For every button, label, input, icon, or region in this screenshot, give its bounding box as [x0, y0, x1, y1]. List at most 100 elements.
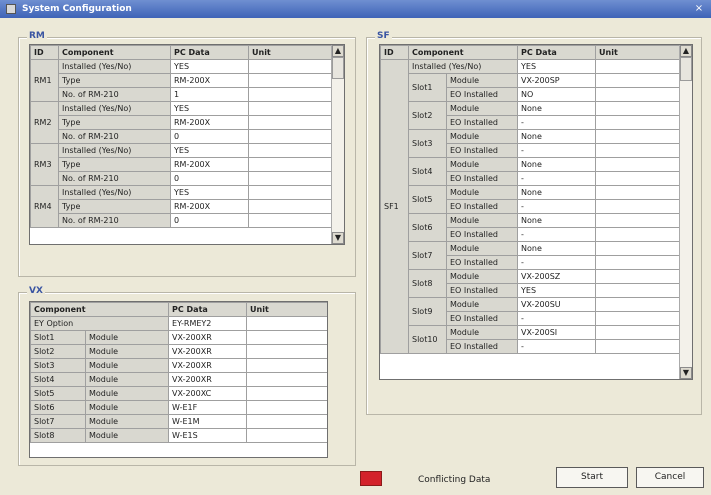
sf-pc-data-cell[interactable]: None	[517, 213, 597, 228]
rm-col-component[interactable]: Component	[58, 45, 171, 60]
vx-unit-cell[interactable]	[246, 400, 327, 415]
sf-unit-cell[interactable]	[595, 101, 681, 116]
vx-grid[interactable]: Component PC Data Unit EY Option EY-RMEY2…	[29, 301, 328, 458]
vx-pc-data-cell[interactable]: VX-200XR	[168, 344, 248, 359]
sf-pc-data-cell[interactable]: None	[517, 185, 597, 200]
rm-pc-data-cell[interactable]: RM-200X	[170, 199, 249, 214]
sf-pc-data-cell[interactable]: VX-200SU	[517, 297, 597, 312]
sf-pc-data-cell[interactable]: -	[517, 171, 597, 186]
sf-unit-cell[interactable]	[595, 297, 681, 312]
rm-pc-data-cell[interactable]: RM-200X	[170, 115, 249, 130]
vx-unit-cell[interactable]	[246, 386, 327, 401]
sf-scrollbar[interactable]: ▲ ▼	[679, 45, 692, 379]
vx-pc-data-cell[interactable]: VX-200XR	[168, 330, 248, 345]
rm-unit-cell[interactable]	[248, 143, 332, 158]
sf-pc-data-cell[interactable]: VX-200SP	[517, 73, 597, 88]
sf-unit-cell[interactable]	[595, 185, 681, 200]
sf-col-pc-data[interactable]: PC Data	[517, 45, 597, 60]
sf-pc-data-cell[interactable]: YES	[517, 59, 597, 74]
rm-grid[interactable]: ID Component PC Data Unit RM1 Installed (…	[29, 44, 345, 245]
vx-pc-data-cell[interactable]: EY-RMEY2	[168, 316, 248, 331]
scroll-up-icon[interactable]: ▲	[332, 45, 344, 57]
start-button[interactable]: Start	[556, 467, 628, 488]
rm-pc-data-cell[interactable]: RM-200X	[170, 73, 249, 88]
vx-col-pc-data[interactable]: PC Data	[168, 302, 248, 317]
vx-pc-data-cell[interactable]: W-E1S	[168, 428, 248, 443]
rm-scrollbar[interactable]: ▲ ▼	[331, 45, 344, 244]
vx-col-component[interactable]: Component	[30, 302, 170, 317]
sf-unit-cell[interactable]	[595, 241, 681, 256]
sf-unit-cell[interactable]	[595, 283, 681, 298]
scroll-thumb[interactable]	[332, 57, 344, 79]
rm-unit-cell[interactable]	[248, 101, 332, 116]
scroll-thumb[interactable]	[680, 57, 692, 81]
vx-pc-data-cell[interactable]: VX-200XR	[168, 372, 248, 387]
sf-unit-cell[interactable]	[595, 157, 681, 172]
vx-unit-cell[interactable]	[246, 372, 327, 387]
rm-pc-data-cell[interactable]: 0	[170, 171, 249, 186]
rm-pc-data-cell[interactable]: YES	[170, 143, 249, 158]
rm-pc-data-cell[interactable]: 0	[170, 129, 249, 144]
sf-col-id[interactable]: ID	[380, 45, 409, 60]
sf-pc-data-cell[interactable]: None	[517, 157, 597, 172]
sf-col-unit[interactable]: Unit	[595, 45, 681, 60]
vx-unit-cell[interactable]	[246, 316, 327, 331]
vx-unit-cell[interactable]	[246, 358, 327, 373]
rm-col-id[interactable]: ID	[30, 45, 59, 60]
sf-pc-data-cell[interactable]: -	[517, 143, 597, 158]
vx-pc-data-cell[interactable]: VX-200XR	[168, 358, 248, 373]
rm-pc-data-cell[interactable]: YES	[170, 59, 249, 74]
rm-unit-cell[interactable]	[248, 115, 332, 130]
rm-unit-cell[interactable]	[248, 171, 332, 186]
sf-unit-cell[interactable]	[595, 115, 681, 130]
sf-pc-data-cell[interactable]: VX-200SI	[517, 325, 597, 340]
rm-pc-data-cell[interactable]: RM-200X	[170, 157, 249, 172]
scroll-up-icon[interactable]: ▲	[680, 45, 692, 57]
rm-col-pc-data[interactable]: PC Data	[170, 45, 249, 60]
sf-pc-data-cell[interactable]: -	[517, 199, 597, 214]
rm-pc-data-cell[interactable]: YES	[170, 185, 249, 200]
sf-pc-data-cell[interactable]: -	[517, 115, 597, 130]
sf-unit-cell[interactable]	[595, 171, 681, 186]
sf-unit-cell[interactable]	[595, 269, 681, 284]
scroll-down-icon[interactable]: ▼	[680, 367, 692, 379]
rm-unit-cell[interactable]	[248, 199, 332, 214]
sf-unit-cell[interactable]	[595, 311, 681, 326]
rm-unit-cell[interactable]	[248, 73, 332, 88]
sf-unit-cell[interactable]	[595, 213, 681, 228]
rm-unit-cell[interactable]	[248, 157, 332, 172]
sf-col-component[interactable]: Component	[407, 45, 519, 60]
rm-unit-cell[interactable]	[248, 59, 332, 74]
vx-unit-cell[interactable]	[246, 330, 327, 345]
rm-col-unit[interactable]: Unit	[248, 45, 332, 60]
rm-unit-cell[interactable]	[248, 213, 332, 228]
vx-pc-data-cell[interactable]: W-E1M	[168, 414, 248, 429]
sf-unit-cell[interactable]	[595, 325, 681, 340]
sf-pc-data-cell[interactable]: -	[517, 227, 597, 242]
sf-unit-cell[interactable]	[595, 255, 681, 270]
cancel-button[interactable]: Cancel	[636, 467, 704, 488]
sf-unit-cell[interactable]	[595, 87, 681, 102]
sf-pc-data-cell[interactable]: None	[517, 241, 597, 256]
rm-pc-data-cell[interactable]: 0	[170, 213, 249, 228]
scroll-down-icon[interactable]: ▼	[332, 232, 344, 244]
rm-unit-cell[interactable]	[248, 129, 332, 144]
sf-grid[interactable]: ID Component PC Data Unit SF1 Installed (…	[379, 44, 693, 380]
sf-unit-cell[interactable]	[595, 129, 681, 144]
sf-pc-data-cell[interactable]: -	[517, 255, 597, 270]
sf-pc-data-cell[interactable]: NO	[517, 87, 597, 102]
rm-unit-cell[interactable]	[248, 185, 332, 200]
vx-unit-cell[interactable]	[246, 344, 327, 359]
sf-pc-data-cell[interactable]: -	[517, 339, 597, 354]
rm-pc-data-cell[interactable]: 1	[170, 87, 249, 102]
vx-pc-data-cell[interactable]: W-E1F	[168, 400, 248, 415]
rm-pc-data-cell[interactable]: YES	[170, 101, 249, 116]
rm-unit-cell[interactable]	[248, 87, 332, 102]
sf-pc-data-cell[interactable]: None	[517, 101, 597, 116]
vx-unit-cell[interactable]	[246, 414, 327, 429]
sf-unit-cell[interactable]	[595, 59, 681, 74]
sf-unit-cell[interactable]	[595, 339, 681, 354]
close-button[interactable]: ×	[693, 3, 705, 15]
vx-pc-data-cell[interactable]: VX-200XC	[168, 386, 248, 401]
sf-pc-data-cell[interactable]: YES	[517, 283, 597, 298]
